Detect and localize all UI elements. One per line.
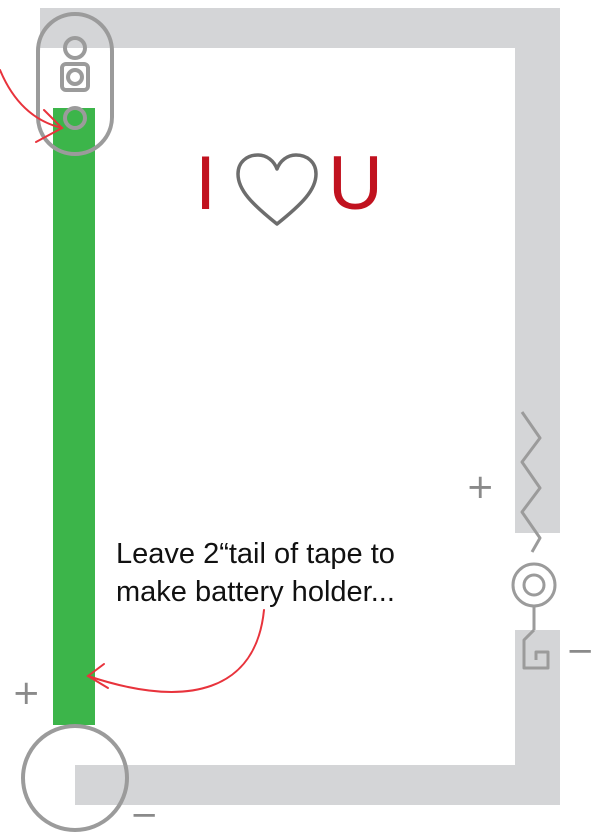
letter-u: U: [328, 141, 383, 226]
heart-outline-icon: [236, 153, 318, 226]
led-body: [60, 62, 90, 92]
instruction-note: Leave 2“tail of tape to make battery hol…: [116, 535, 456, 611]
arrow-bottom-curve: [87, 609, 265, 693]
trace-top: [40, 8, 560, 48]
plus-sign-right: +: [466, 467, 495, 507]
love-message: I U: [0, 140, 600, 250]
trace-right-upper: [515, 8, 560, 533]
plus-sign-left: +: [12, 673, 41, 713]
letter-i: I: [195, 141, 217, 226]
minus-sign-bottom: −: [130, 795, 159, 835]
note-line-1: Leave 2“tail of tape to: [116, 538, 395, 570]
circuit-diagram: [0, 8, 560, 832]
switch-ring-inner: [522, 573, 546, 597]
minus-sign-right: −: [566, 631, 595, 671]
led-lens: [66, 68, 84, 86]
note-line-2: make battery holder...: [116, 576, 395, 608]
switch-ring-outer: [511, 562, 557, 608]
